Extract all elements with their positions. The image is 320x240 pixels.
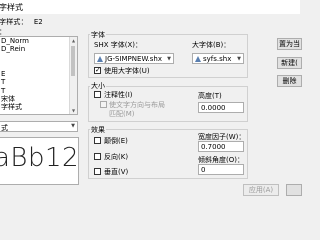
scroll-down-icon[interactable]: ▼ — [70, 107, 77, 114]
backwards-checkbox[interactable] — [94, 153, 101, 160]
current-style-value: E2 — [33, 18, 43, 26]
bigfont-value: syfs.shx — [203, 55, 232, 63]
shx-font-combo[interactable]: JG-SIMPNEW.shx ▼ — [94, 53, 174, 64]
match-layout-label-line2: 匹配(M) — [109, 110, 135, 118]
list-item[interactable] — [0, 54, 77, 62]
list-item[interactable]: D_Rein — [0, 45, 77, 53]
oblique-value: 0 — [201, 166, 206, 174]
annotative-checkbox[interactable] — [94, 91, 101, 98]
list-item[interactable]: T — [0, 78, 77, 86]
current-style: 字样式： E2 — [0, 17, 43, 27]
preview-text: aBb123 — [0, 143, 79, 173]
style-list[interactable]: D_Norm D_Rein E T T 宋体 字样式 ▲ ▼ — [0, 36, 78, 115]
apply-button[interactable]: 应用(A) — [243, 184, 279, 196]
list-item[interactable]: T — [0, 87, 77, 95]
backwards-label: 反向(K) — [104, 153, 129, 161]
dialog-button-partial[interactable] — [286, 184, 302, 196]
style-filter-value: 式 — [1, 124, 8, 132]
width-factor-value: 0.7000 — [201, 143, 226, 151]
height-input[interactable]: 0.0000 — [198, 102, 244, 113]
upside-down-checkbox[interactable] — [94, 137, 101, 144]
bigfont-label: 大字体(B)： — [192, 41, 231, 49]
upside-down-label: 颠倒(E) — [104, 137, 128, 145]
height-label: 高度(T) — [198, 92, 222, 100]
oblique-input[interactable]: 0 — [198, 164, 244, 175]
scroll-thumb[interactable] — [71, 46, 75, 76]
width-factor-input[interactable]: 0.7000 — [198, 141, 244, 152]
list-item[interactable]: E — [0, 70, 77, 78]
height-value: 0.0000 — [201, 104, 226, 112]
annotative-label: 注释性(I) — [104, 91, 133, 99]
set-current-button[interactable]: 置为当 — [277, 38, 302, 50]
style-preview: aBb123 — [0, 137, 79, 185]
new-button[interactable]: 新建( — [277, 57, 302, 69]
style-filter-dropdown[interactable]: 式 ▼ — [0, 121, 78, 132]
style-list-scrollbar[interactable]: ▲ ▼ — [69, 37, 77, 114]
delete-button[interactable]: 删除 — [277, 75, 302, 87]
scroll-up-icon[interactable]: ▲ — [70, 37, 77, 44]
shx-font-icon — [97, 56, 103, 62]
use-bigfont-checkbox[interactable] — [94, 66, 101, 74]
chevron-down-icon: ▼ — [167, 56, 171, 62]
font-group-title: 字体 — [90, 30, 106, 40]
list-item[interactable]: 字样式 — [0, 103, 77, 111]
bigfont-icon — [195, 56, 201, 62]
use-bigfont-label: 使用大字体(U) — [104, 67, 150, 75]
match-layout-checkbox[interactable] — [100, 101, 107, 108]
current-style-label: 字样式： — [0, 18, 28, 26]
vertical-checkbox[interactable] — [94, 168, 101, 175]
shx-font-value: JG-SIMPNEW.shx — [105, 55, 163, 63]
chevron-down-icon: ▼ — [71, 123, 75, 129]
window-title: 字样式 — [0, 3, 23, 12]
shx-font-label: SHX 字体(X)： — [94, 41, 142, 49]
effects-group-title: 效果 — [90, 125, 106, 135]
title-bar — [0, 0, 300, 14]
bigfont-combo[interactable]: syfs.shx ▼ — [192, 53, 244, 64]
vertical-label: 垂直(V) — [104, 168, 129, 176]
list-item[interactable]: D_Norm — [0, 37, 77, 45]
chevron-down-icon: ▼ — [237, 56, 241, 62]
list-item[interactable] — [0, 62, 77, 70]
